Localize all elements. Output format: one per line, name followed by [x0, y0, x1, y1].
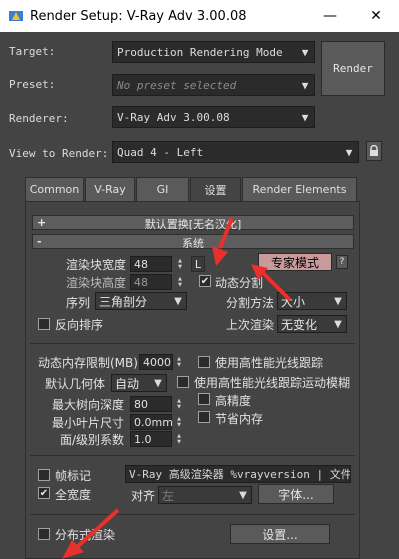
last-render-select[interactable]: 无变化 ▼: [277, 315, 347, 333]
face-level-coeff-label: 面/级别系数: [60, 433, 125, 447]
high-perf-raytrace-label: 使用高性能光线跟踪: [215, 356, 324, 370]
view-to-render-select[interactable]: Quad 4 - Left ▼: [112, 141, 359, 163]
frame-stamp-checkbox[interactable]: [38, 469, 50, 481]
reverse-order-label: 反向排序: [55, 318, 104, 332]
bucket-height-label: 渲染块高度: [66, 276, 127, 290]
window-title: Render Setup: V-Ray Adv 3.00.08: [30, 8, 247, 24]
high-precision-checkbox[interactable]: [198, 393, 210, 405]
bucket-height-input[interactable]: 48: [130, 274, 172, 290]
full-width-checkbox[interactable]: ✔: [38, 487, 50, 499]
spinner-arrows-icon[interactable]: ▲ ▼: [175, 354, 183, 370]
renderer-value: V-Ray Adv 3.00.08: [117, 110, 230, 124]
default-geometry-value: 自动: [115, 376, 140, 391]
preset-value: No preset selected: [117, 78, 237, 92]
chevron-down-icon: ▼: [174, 295, 182, 307]
view-to-render-value: Quad 4 - Left: [117, 145, 204, 159]
high-perf-motion-blur-label: 使用高性能光线跟踪运动模糊: [194, 376, 351, 390]
high-perf-motion-blur-checkbox[interactable]: [177, 376, 189, 388]
tab-common[interactable]: Common: [25, 177, 84, 201]
distributed-settings-button[interactable]: 设置...: [230, 524, 330, 544]
tab-settings[interactable]: 设置: [190, 177, 241, 201]
spinner-arrows-icon[interactable]: ▲ ▼: [175, 431, 183, 447]
render-button[interactable]: Render: [321, 41, 385, 96]
tab-vray[interactable]: V-Ray: [85, 177, 135, 201]
preset-label: Preset:: [9, 78, 56, 91]
save-memory-checkbox[interactable]: [198, 411, 210, 423]
spinner-arrows-icon[interactable]: ▲ ▼: [176, 256, 184, 272]
rollout-title: 默认置换[无名汉化]: [144, 218, 242, 231]
split-method-label: 分割方法: [226, 296, 275, 310]
tab-gi[interactable]: GI: [136, 177, 189, 201]
bucket-width-label: 渲染块宽度: [66, 258, 127, 272]
distributed-render-checkbox[interactable]: [38, 528, 50, 540]
full-width-label: 全宽度: [55, 488, 92, 502]
minimize-button[interactable]: —: [307, 0, 353, 32]
split-method-select[interactable]: 大小 ▼: [277, 292, 347, 310]
chevron-down-icon: ▼: [301, 110, 309, 124]
min-leaf-size-input[interactable]: 0.0mm: [130, 414, 173, 430]
font-button[interactable]: 字体...: [258, 484, 334, 504]
dynamic-memory-label: 动态内存限制(MB): [38, 356, 138, 370]
chevron-down-icon: ▼: [345, 145, 353, 159]
spinner-arrows-icon[interactable]: ▲ ▼: [175, 414, 183, 430]
max-tree-depth-label: 最大树向深度: [52, 398, 125, 412]
preset-select[interactable]: No preset selected ▼: [112, 74, 315, 96]
last-render-value: 无变化: [281, 317, 318, 332]
split-method-value: 大小: [281, 294, 306, 309]
divider: [30, 514, 355, 515]
face-level-coeff-input[interactable]: 1.0: [130, 431, 172, 447]
chevron-down-icon: ▼: [154, 377, 162, 389]
align-value: 左: [162, 488, 175, 503]
align-select[interactable]: 左 ▼: [158, 486, 252, 504]
tab-render-elements[interactable]: Render Elements: [242, 177, 357, 201]
view-to-render-label: View to Render:: [9, 147, 109, 160]
default-geometry-select[interactable]: 自动 ▼: [111, 374, 167, 392]
rollout-system[interactable]: - 系统: [32, 234, 354, 250]
sequence-select[interactable]: 三角剖分 ▼: [95, 292, 187, 310]
frame-stamp-input[interactable]: V-Ray 高级渲染器 %vrayversion | 文件: %f: [125, 465, 351, 483]
min-leaf-size-label: 最小叶片尺寸: [52, 416, 125, 430]
close-button[interactable]: ✕: [353, 0, 399, 32]
renderer-label: Renderer:: [9, 112, 69, 125]
chevron-down-icon: ▼: [334, 318, 342, 330]
dynamic-split-label: 动态分割: [215, 276, 264, 290]
expert-side-button[interactable]: ?: [336, 255, 348, 269]
rollout-default-displacement[interactable]: + 默认置换[无名汉化]: [32, 215, 354, 231]
sequence-label: 序列: [66, 296, 91, 310]
distributed-render-label: 分布式渲染: [55, 528, 116, 542]
high-perf-raytrace-checkbox[interactable]: [198, 356, 210, 368]
reverse-order-checkbox[interactable]: [38, 318, 50, 330]
spinner-arrows-icon[interactable]: ▲ ▼: [175, 396, 183, 412]
renderer-select[interactable]: V-Ray Adv 3.00.08 ▼: [112, 106, 315, 128]
target-value: Production Rendering Mode: [117, 45, 283, 59]
save-memory-label: 节省内存: [215, 412, 264, 426]
rollout-title: 系统: [182, 237, 204, 250]
target-select[interactable]: Production Rendering Mode ▼: [112, 41, 315, 63]
chevron-down-icon: ▼: [301, 45, 309, 59]
high-precision-label: 高精度: [215, 394, 252, 408]
spinner-arrows-icon[interactable]: ▲ ▼: [176, 274, 184, 290]
frame-stamp-label: 帧标记: [55, 469, 92, 483]
sequence-value: 三角剖分: [99, 294, 148, 309]
last-render-label: 上次渲染: [226, 318, 275, 332]
tab-bar: Common V-Ray GI 设置 Render Elements: [25, 177, 358, 201]
dynamic-split-checkbox[interactable]: ✔: [199, 275, 211, 287]
dynamic-memory-input[interactable]: 4000: [139, 354, 173, 370]
chevron-down-icon: ▼: [334, 295, 342, 307]
title-bar: Render Setup: V-Ray Adv 3.00.08 — ✕: [0, 0, 399, 32]
max-tree-depth-input[interactable]: 80: [130, 396, 172, 412]
lock-bucket-button[interactable]: L: [191, 256, 205, 272]
divider: [30, 455, 355, 456]
app-icon: [8, 8, 24, 24]
chevron-down-icon: ▼: [239, 489, 247, 501]
lock-icon[interactable]: [366, 141, 382, 161]
align-label: 对齐: [131, 489, 156, 503]
default-geometry-label: 默认几何体: [45, 377, 106, 391]
target-label: Target:: [9, 45, 56, 58]
bucket-width-input[interactable]: 48: [130, 256, 172, 272]
chevron-down-icon: ▼: [301, 78, 309, 92]
divider: [30, 343, 355, 344]
expert-mode-button[interactable]: 专家模式: [258, 253, 332, 271]
